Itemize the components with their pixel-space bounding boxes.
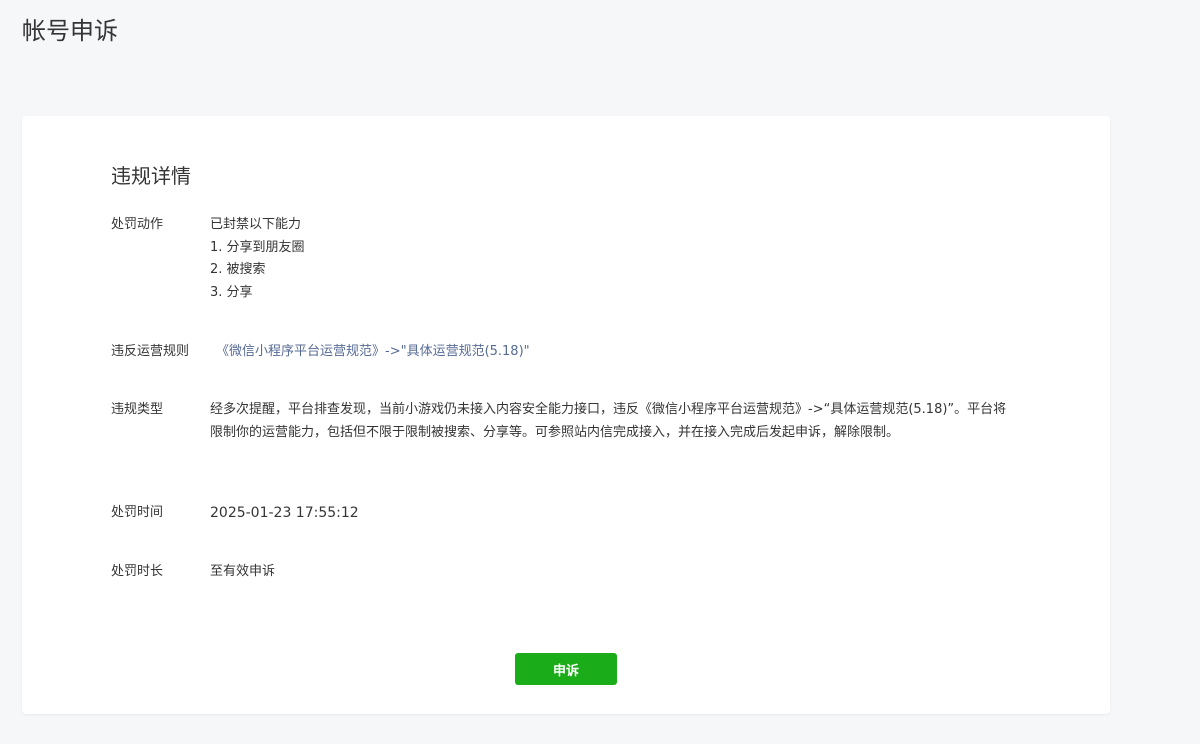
violated-rule-value: 《微信小程序平台运营规范》->"具体运营规范(5.18)" [210, 341, 530, 364]
penalty-action-line: 已封禁以下能力 [210, 217, 302, 232]
section-title: 违规详情 [111, 164, 191, 188]
penalty-duration-value: 至有效申诉 [210, 564, 276, 579]
violated-rule-row: 违反运营规则 《微信小程序平台运营规范》->"具体运营规范(5.18)" [111, 341, 1031, 364]
penalty-action-label: 处罚动作 [111, 217, 164, 232]
penalty-action-line: 1. 分享到朋友圈 [210, 239, 305, 255]
penalty-action-row: 处罚动作 已封禁以下能力 1. 分享到朋友圈 2. 被搜索 3. 分享 [111, 214, 1031, 304]
penalty-time-label: 处罚时间 [111, 505, 164, 520]
penalty-action-value: 已封禁以下能力 1. 分享到朋友圈 2. 被搜索 3. 分享 [210, 214, 305, 304]
appeal-button[interactable]: 申诉 [515, 653, 617, 685]
penalty-time-value: 2025-01-23 17:55:12 [210, 505, 359, 521]
penalty-action-line: 3. 分享 [210, 284, 253, 300]
penalty-action-line: 2. 被搜索 [210, 262, 266, 277]
violation-details-card: 违规详情 处罚动作 已封禁以下能力 1. 分享到朋友圈 2. 被搜索 3. 分享… [22, 116, 1110, 714]
page-title: 帐号申诉 [22, 17, 118, 45]
violated-rule-link[interactable]: 《微信小程序平台运营规范》->"具体运营规范(5.18)" [216, 344, 530, 359]
penalty-duration-label: 处罚时长 [111, 564, 164, 579]
violation-type-row: 违规类型 经多次提醒，平台排查发现，当前小游戏仍未接入内容安全能力接口，违反《微… [111, 399, 1031, 444]
violated-rule-label: 违反运营规则 [111, 344, 190, 359]
violation-type-text: 经多次提醒，平台排查发现，当前小游戏仍未接入内容安全能力接口，违反《微信小程序平… [210, 402, 1007, 440]
penalty-duration-row: 处罚时长 至有效申诉 [111, 561, 1031, 584]
violation-type-label: 违规类型 [111, 402, 164, 417]
penalty-time-row: 处罚时间 2025-01-23 17:55:12 [111, 502, 1031, 525]
